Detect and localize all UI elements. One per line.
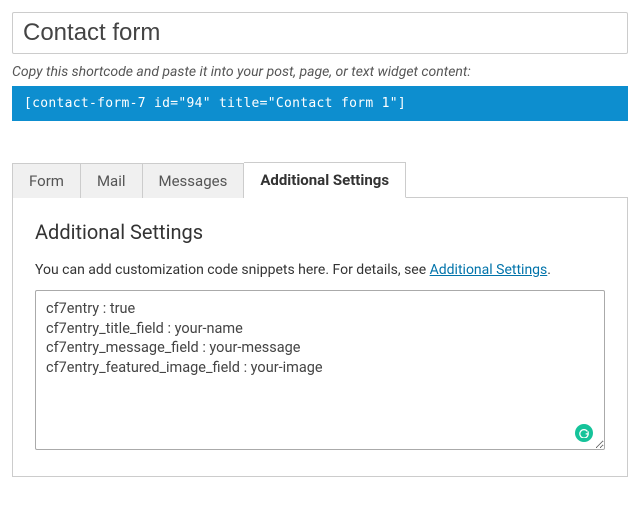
tab-panel-additional-settings: Additional Settings You can add customiz… bbox=[12, 197, 628, 477]
additional-settings-link[interactable]: Additional Settings bbox=[430, 262, 548, 278]
tab-form[interactable]: Form bbox=[12, 163, 81, 198]
tab-row: Form Mail Messages Additional Settings bbox=[12, 161, 628, 197]
form-title-input[interactable] bbox=[12, 12, 628, 54]
grammarly-icon[interactable] bbox=[575, 424, 593, 442]
panel-desc-prefix: You can add customization code snippets … bbox=[35, 262, 430, 278]
panel-description: You can add customization code snippets … bbox=[35, 262, 605, 278]
panel-desc-suffix: . bbox=[547, 262, 551, 278]
code-area-wrap bbox=[35, 290, 605, 454]
shortcode-display[interactable]: [contact-form-7 id="94" title="Contact f… bbox=[12, 86, 628, 121]
panel-heading: Additional Settings bbox=[35, 220, 605, 244]
additional-settings-textarea[interactable] bbox=[35, 290, 605, 450]
tab-messages[interactable]: Messages bbox=[143, 163, 245, 198]
tab-mail[interactable]: Mail bbox=[81, 163, 143, 198]
tabs-container: Form Mail Messages Additional Settings A… bbox=[12, 161, 628, 477]
tab-additional-settings[interactable]: Additional Settings bbox=[244, 162, 406, 198]
shortcode-help-text: Copy this shortcode and paste it into yo… bbox=[12, 64, 628, 80]
